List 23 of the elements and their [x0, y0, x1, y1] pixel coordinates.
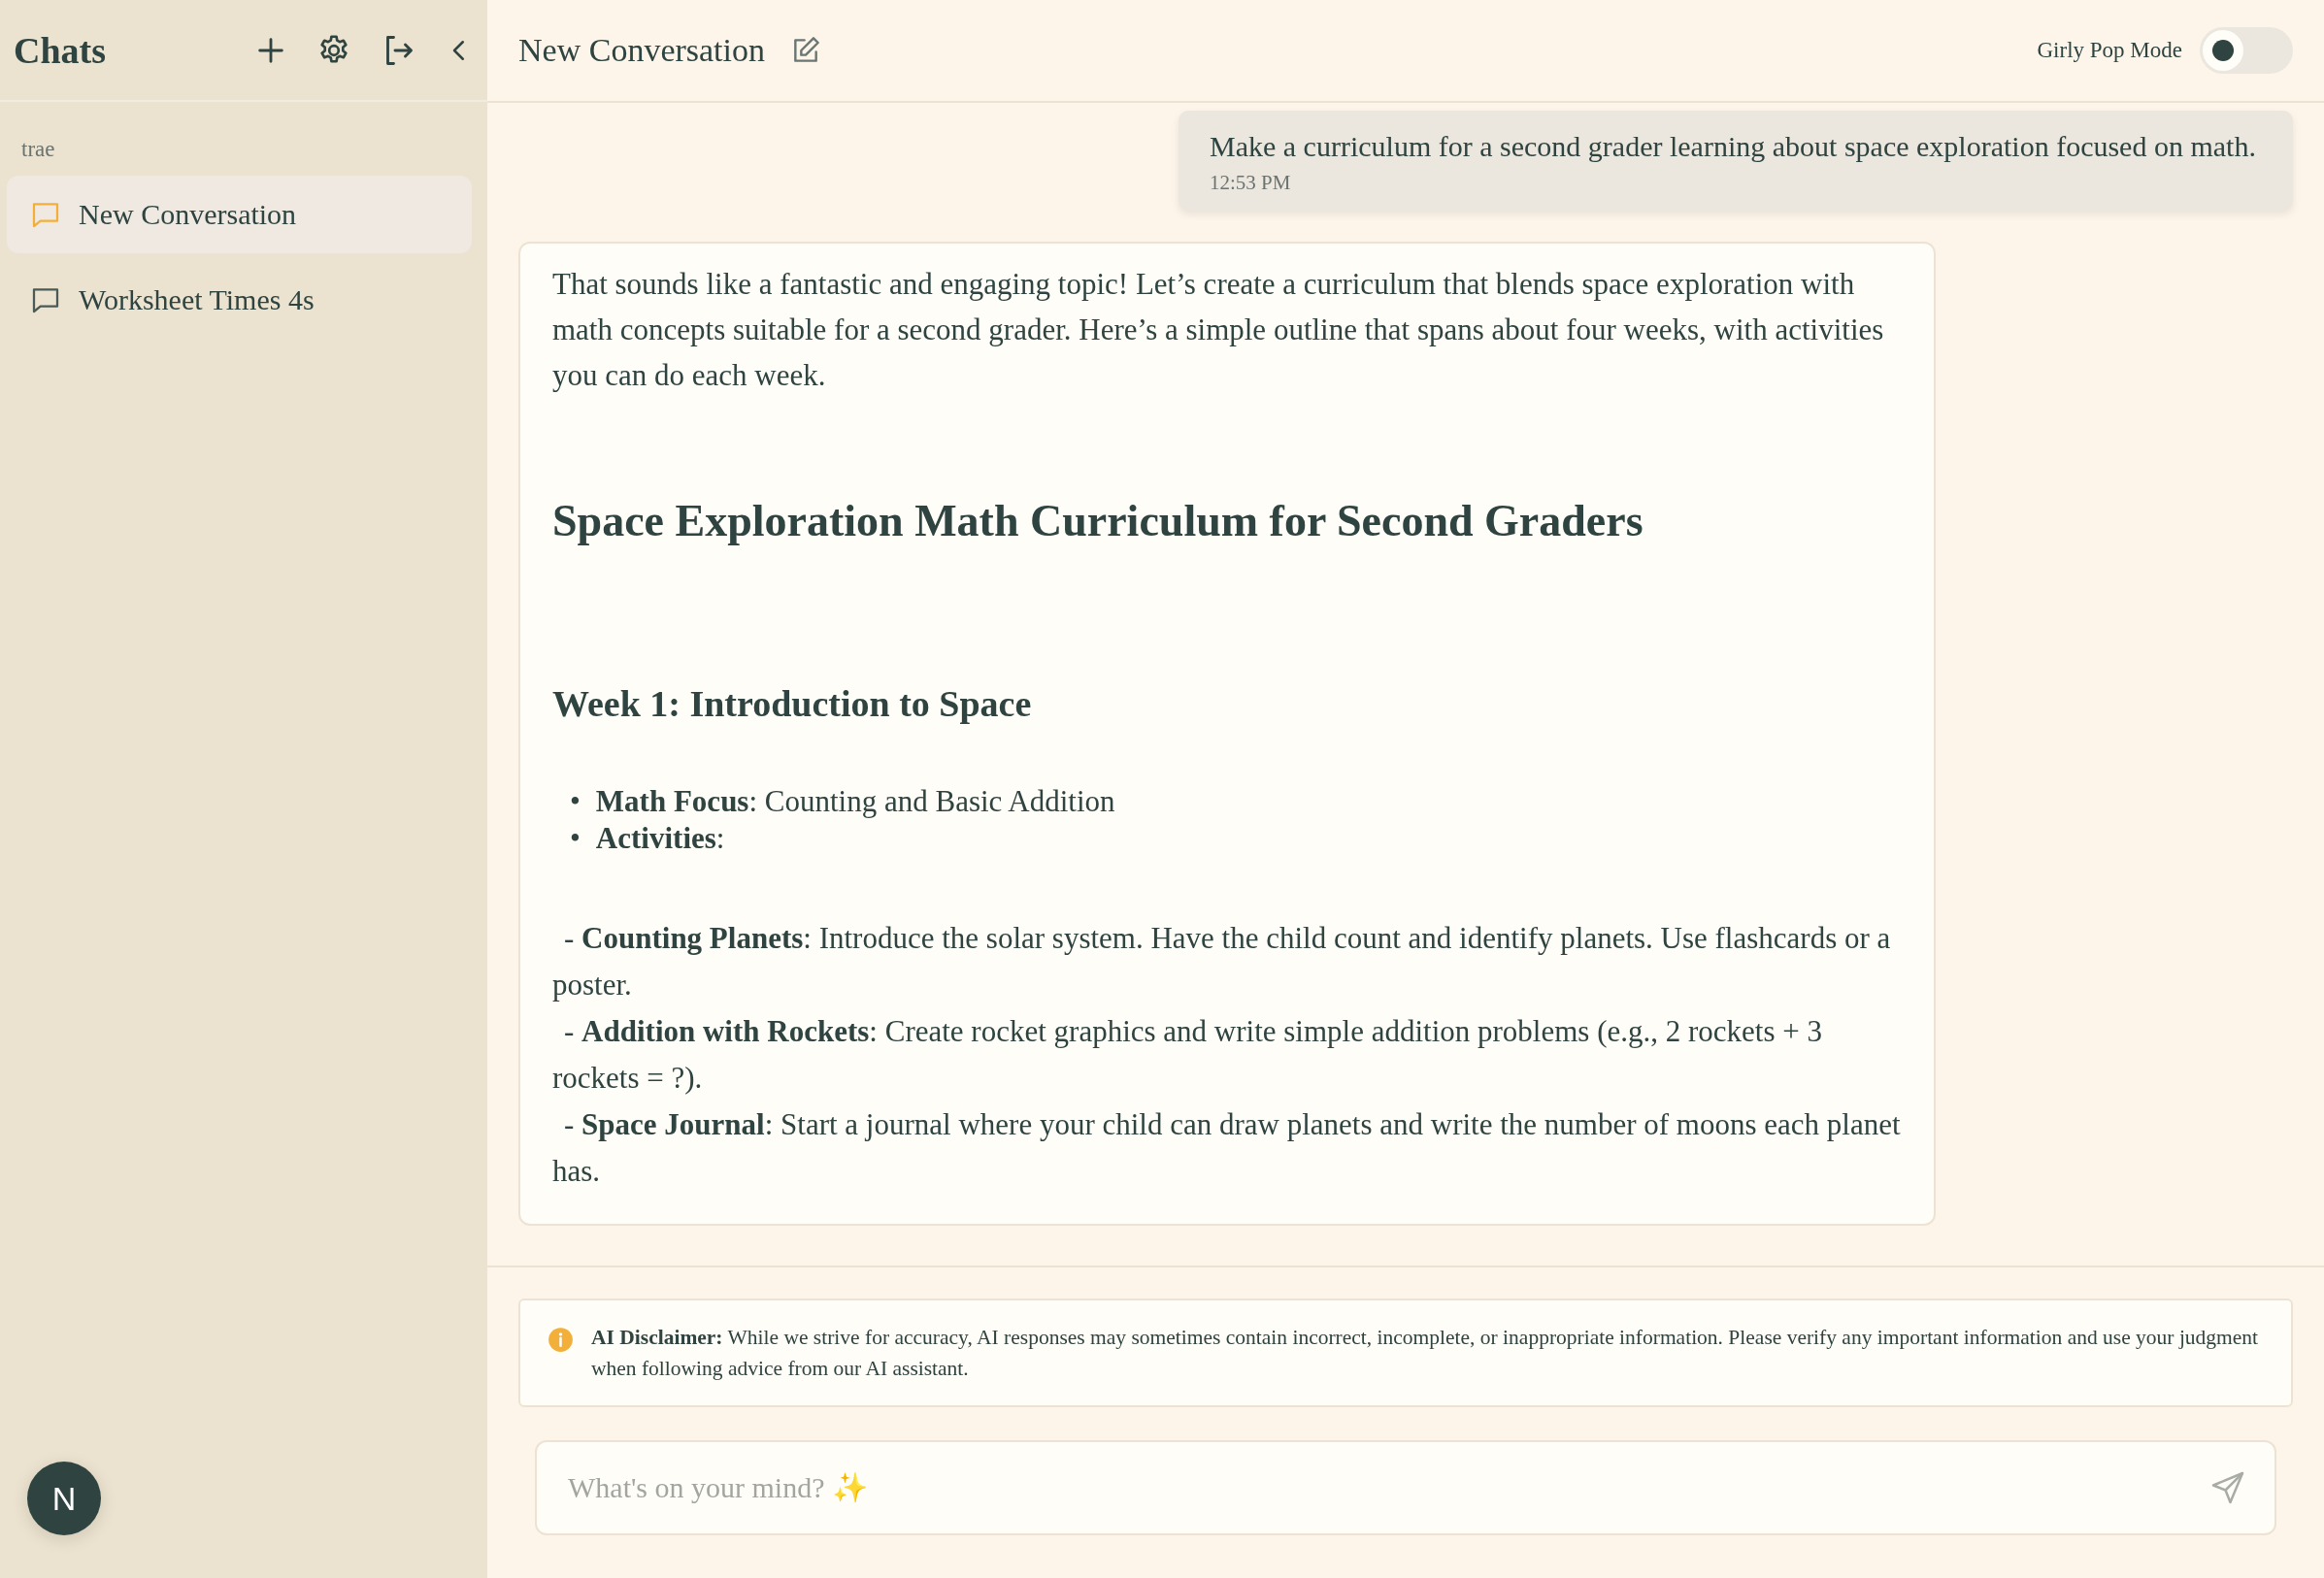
user-label: trae [20, 136, 56, 163]
chat-item[interactable]: New Conversation [7, 176, 472, 253]
message-text: Make a curriculum for a second grader learning about space exploration focused on math. [1210, 130, 2257, 163]
bullet: • [570, 783, 581, 820]
sidebar-title: Chats [14, 28, 108, 72]
paragraph: That sounds like a fantastic and engaging topic! Let’s create a curriculum that blends space exploration with math concepts suitable for a second grader. Here’s a simple outline that spans about four weeks, with activities you can do each week. [552, 266, 1885, 394]
message-time: 12:53 PM [1210, 171, 1292, 195]
disclaimer-text: AI Disclaimer: While we strive for accuracy, AI responses may sometimes contain incorrect, incomplete, or inappropriate information. Please verify any important information and use your judgment when following advice from our AI assistant. [591, 1325, 2260, 1382]
chat-item[interactable]: Worksheet Times 4s [7, 261, 472, 339]
avatar[interactable]: N [27, 1462, 101, 1535]
info-icon [548, 1327, 574, 1353]
activity-line: - Counting Planets: Introduce the solar system. Have the child count and identify planets. Use flashcards or a poster. [552, 920, 1892, 1003]
toggle-label: Girly Pop Mode [2037, 38, 2182, 63]
activity-line: - Space Journal: Start a journal where your child can draw planets and write the number of moons each planet has. [552, 1106, 1902, 1190]
conversation-title: New Conversation [518, 32, 765, 69]
subheading: Week 1: Introduction to Space [552, 682, 1033, 725]
mode-toggle[interactable] [2200, 27, 2293, 74]
bullet: • [570, 820, 581, 857]
list-item: Activities: [595, 820, 725, 857]
message-input[interactable]: What's on your mind? ✨ [535, 1440, 2276, 1535]
activity-line: - Addition with Rockets: Create rocket graphics and write simple addition problems (e.g., 2 rockets + 3 rockets = ?). [552, 1013, 1823, 1097]
list-item: Math Focus: Counting and Basic Addition [595, 783, 1115, 820]
heading: Space Exploration Math Curriculum for Second Graders [552, 495, 1644, 546]
